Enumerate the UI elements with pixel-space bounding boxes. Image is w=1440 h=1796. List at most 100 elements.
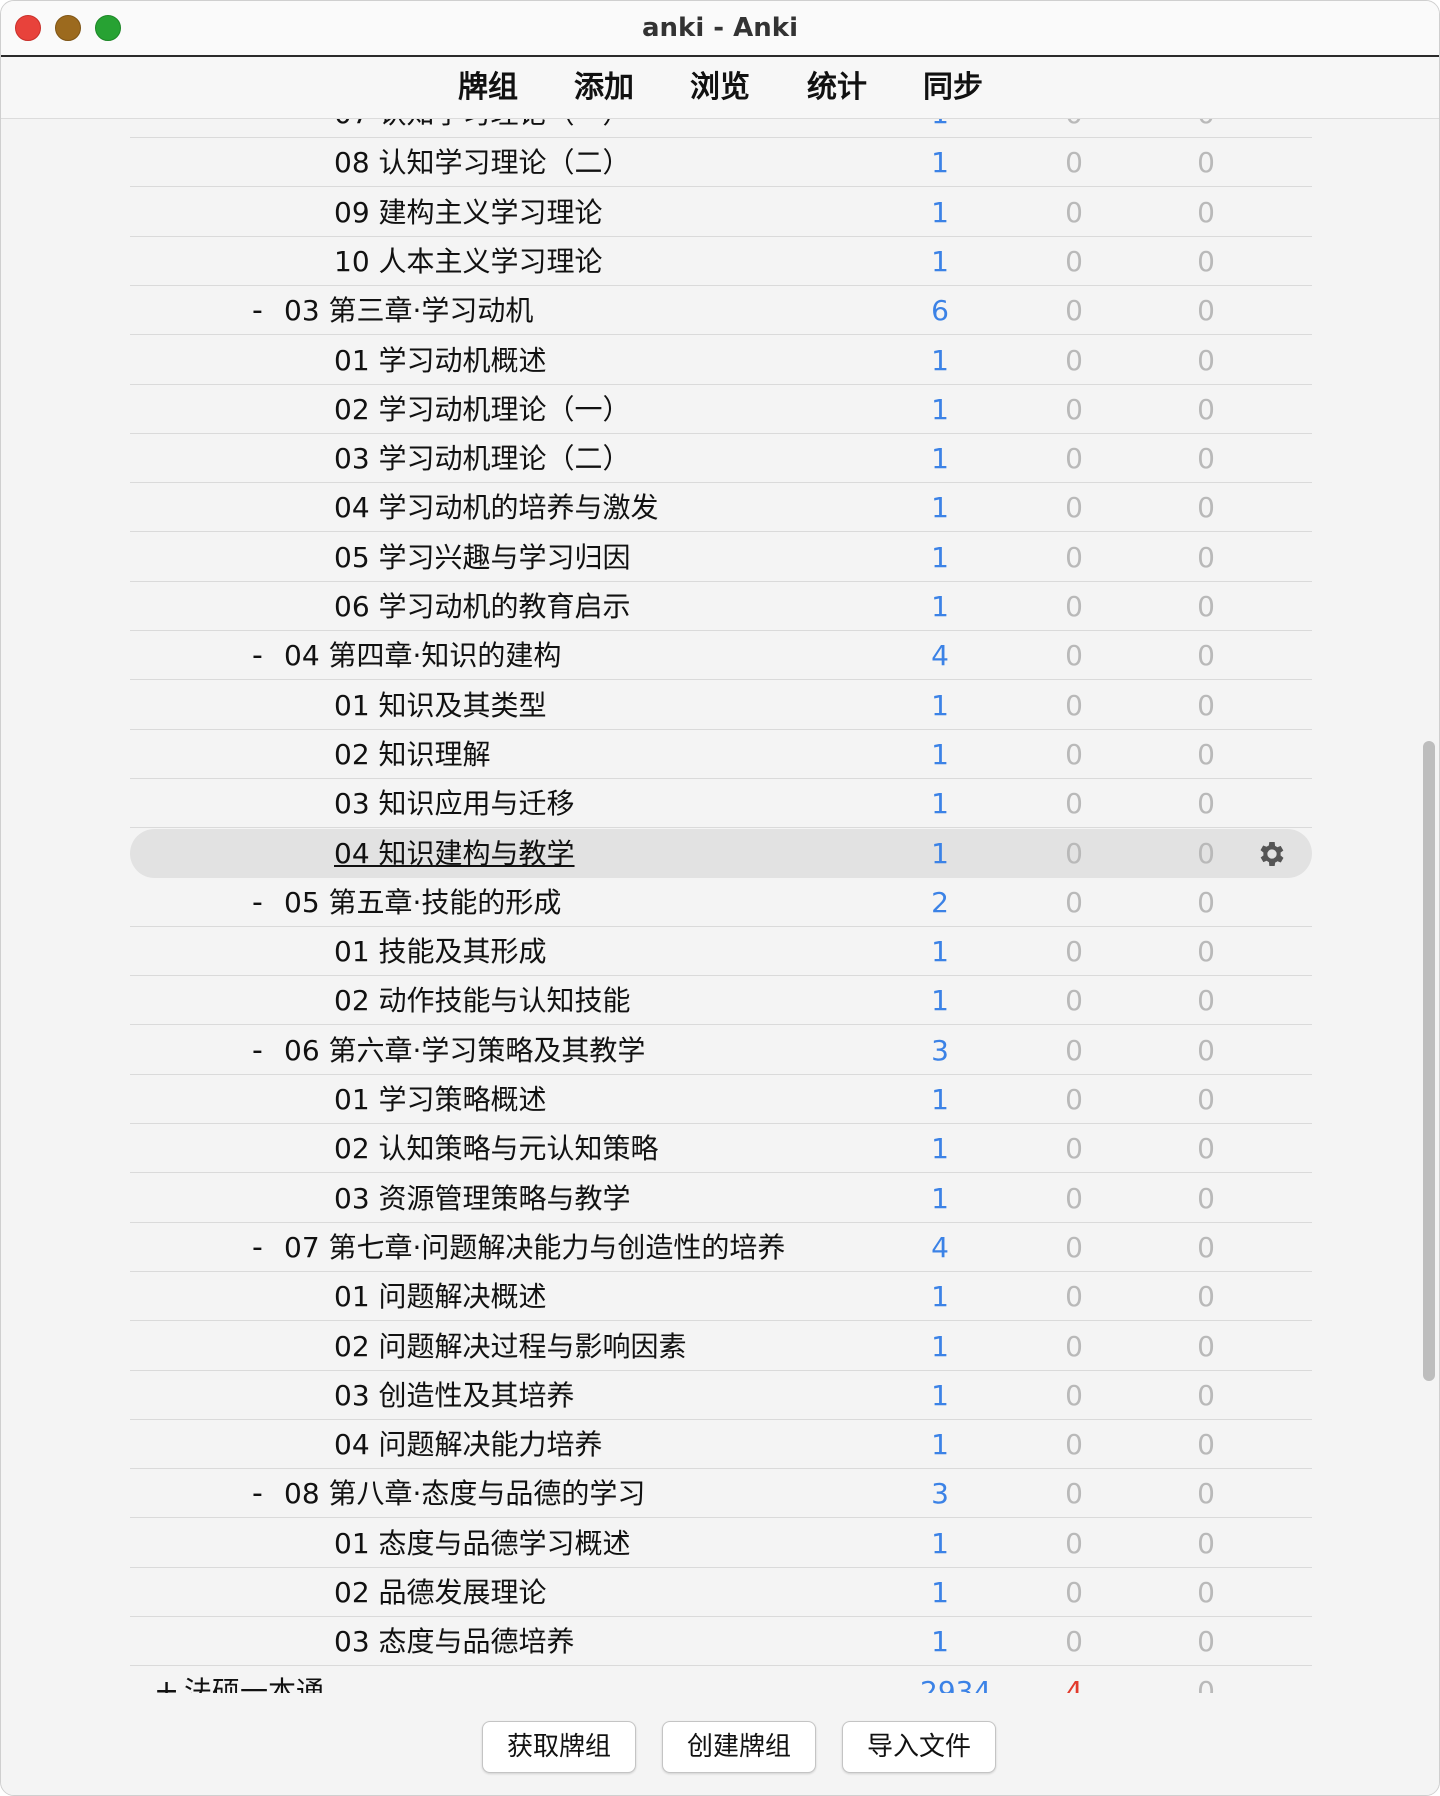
collapse-toggle[interactable]: - (252, 1026, 263, 1075)
deck-row[interactable]: 02 品德发展理论 1 0 0 (130, 1568, 1312, 1617)
collapse-toggle[interactable]: - (252, 1223, 263, 1272)
deck-row[interactable]: 03 学习动机理论（二） 1 0 0 (130, 434, 1312, 484)
due-count: 1 (931, 1280, 949, 1314)
deck-name[interactable]: 06 学习动机的教育启示 (334, 582, 631, 631)
deck-row[interactable]: 03 创造性及其培养 1 0 0 (130, 1371, 1312, 1420)
anki-window: anki - Anki 牌组 添加 浏览 统计 同步 07 认知学习理论（一） 1… (0, 0, 1440, 1796)
deck-row[interactable]: -07 第七章·问题解决能力与创造性的培养 4 0 0 (130, 1223, 1312, 1272)
toolbar-add[interactable]: 添加 (574, 57, 634, 119)
deck-name[interactable]: 02 学习动机理论（一） (334, 385, 631, 434)
toolbar-sync[interactable]: 同步 (923, 57, 983, 119)
deck-name[interactable]: 09 建构主义学习理论 (334, 188, 603, 237)
learning-count: 0 (1054, 119, 1094, 138)
deck-row[interactable]: 02 认知策略与元认知策略 1 0 0 (130, 1124, 1312, 1174)
deck-name[interactable]: 04 问题解决能力培养 (334, 1420, 603, 1469)
deck-row[interactable]: 01 学习策略概述 1 0 0 (130, 1075, 1312, 1124)
deck-row[interactable]: 01 知识及其类型 1 0 0 (130, 681, 1312, 730)
deck-row[interactable]: 09 建构主义学习理论 1 0 0 (130, 188, 1312, 237)
create-deck-button[interactable]: 创建牌组 (662, 1721, 816, 1773)
deck-row[interactable]: 03 知识应用与迁移 1 0 0 (130, 779, 1312, 829)
deck-name[interactable]: 03 学习动机理论（二） (334, 434, 631, 483)
deck-row[interactable]: 03 态度与品德培养 1 0 0 (130, 1617, 1312, 1667)
deck-name[interactable]: 08 第八章·态度与品德的学习 (284, 1469, 645, 1518)
deck-list: 07 认知学习理论（一） 1 0 0 08 认知学习理论（二） 1 0 0 09 建构主义学习理… (1, 119, 1425, 1693)
scrollbar-thumb[interactable] (1423, 741, 1435, 1381)
deck-row[interactable]: 04 问题解决能力培养 1 0 0 (130, 1420, 1312, 1470)
deck-name[interactable]: 03 知识应用与迁移 (334, 779, 575, 828)
collapse-toggle[interactable]: - (252, 631, 263, 680)
collapse-toggle[interactable]: + (154, 1667, 179, 1693)
deck-row[interactable]: 01 技能及其形成 1 0 0 (130, 927, 1312, 977)
main-toolbar: 牌组 添加 浏览 统计 同步 (1, 57, 1439, 119)
toolbar-browse[interactable]: 浏览 (690, 57, 750, 119)
toolbar-stats[interactable]: 统计 (807, 57, 867, 119)
deck-row[interactable]: 02 学习动机理论（一） 1 0 0 (130, 385, 1312, 434)
deck-name[interactable]: 01 问题解决概述 (334, 1272, 547, 1321)
deck-name[interactable]: 05 学习兴趣与学习归因 (334, 533, 631, 582)
deck-row[interactable]: 02 问题解决过程与影响因素 1 0 0 (130, 1322, 1312, 1371)
deck-name[interactable]: 03 资源管理策略与教学 (334, 1174, 631, 1223)
deck-name[interactable]: 01 技能及其形成 (334, 927, 547, 976)
new-count: 0 (1197, 146, 1215, 180)
learning-count: 0 (1065, 836, 1083, 870)
learning-count: 0 (1065, 146, 1083, 180)
toolbar-decks[interactable]: 牌组 (458, 57, 518, 119)
deck-row[interactable]: 06 学习动机的教育启示 1 0 0 (130, 582, 1312, 631)
deck-row[interactable]: + 法硕一本通 2934 4 0 (130, 1667, 1312, 1693)
deck-row[interactable]: -03 第三章·学习动机 6 0 0 (130, 286, 1312, 336)
collapse-toggle[interactable]: - (252, 1469, 263, 1518)
deck-name[interactable]: 01 知识及其类型 (334, 681, 547, 730)
deck-row[interactable]: 08 认知学习理论（二） 1 0 0 (130, 138, 1312, 188)
collapse-toggle[interactable]: - (252, 878, 263, 927)
due-count: 1 (931, 244, 949, 278)
deck-name[interactable]: 03 态度与品德培养 (334, 1617, 575, 1666)
deck-name[interactable]: 07 认知学习理论（一） (334, 119, 631, 138)
deck-name[interactable]: 01 学习策略概述 (334, 1075, 547, 1124)
deck-name[interactable]: 10 人本主义学习理论 (334, 237, 603, 286)
title-bar: anki - Anki (1, 1, 1439, 57)
deck-name[interactable]: 02 品德发展理论 (334, 1568, 547, 1617)
deck-name[interactable]: 02 动作技能与认知技能 (334, 976, 631, 1025)
deck-row[interactable]: 03 资源管理策略与教学 1 0 0 (130, 1174, 1312, 1223)
deck-row[interactable]: 01 态度与品德学习概述 1 0 0 (130, 1519, 1312, 1568)
deck-name[interactable]: 01 态度与品德学习概述 (334, 1519, 631, 1568)
bottom-bar: 获取牌组 创建牌组 导入文件 (1, 1693, 1439, 1795)
deck-name[interactable]: 04 学习动机的培养与激发 (334, 483, 659, 532)
deck-name[interactable]: 04 第四章·知识的建构 (284, 631, 561, 680)
deck-row[interactable]: 04 学习动机的培养与激发 1 0 0 (130, 483, 1312, 533)
deck-row[interactable]: -05 第五章·技能的形成 2 0 0 (130, 878, 1312, 927)
deck-name[interactable]: 02 问题解决过程与影响因素 (334, 1322, 687, 1371)
deck-row[interactable]: 01 问题解决概述 1 0 0 (130, 1272, 1312, 1322)
deck-row[interactable]: 02 动作技能与认知技能 1 0 0 (130, 976, 1312, 1026)
deck-name[interactable]: 02 知识理解 (334, 730, 491, 779)
gear-icon[interactable] (1256, 838, 1288, 870)
deck-name[interactable]: 01 学习动机概述 (334, 336, 547, 385)
due-count: 1 (931, 442, 949, 476)
deck-name[interactable]: 03 创造性及其培养 (334, 1371, 575, 1420)
deck-name[interactable]: 06 第六章·学习策略及其教学 (284, 1026, 645, 1075)
deck-row[interactable]: 05 学习兴趣与学习归因 1 0 0 (130, 533, 1312, 582)
get-shared-decks-button[interactable]: 获取牌组 (482, 1721, 636, 1773)
deck-name[interactable]: 法硕一本通 (184, 1667, 324, 1693)
deck-row[interactable]: 02 知识理解 1 0 0 (130, 730, 1312, 779)
deck-row[interactable]: 07 认知学习理论（一） 1 0 0 (130, 119, 1312, 138)
import-file-button[interactable]: 导入文件 (842, 1721, 996, 1773)
deck-row[interactable]: -08 第八章·态度与品德的学习 3 0 0 (130, 1469, 1312, 1519)
deck-row[interactable]: 10 人本主义学习理论 1 0 0 (130, 237, 1312, 286)
deck-row[interactable]: 01 学习动机概述 1 0 0 (130, 336, 1312, 385)
deck-name[interactable]: 07 第七章·问题解决能力与创造性的培养 (284, 1223, 785, 1272)
deck-name[interactable]: 04 知识建构与教学 (334, 829, 575, 878)
deck-name[interactable]: 03 第三章·学习动机 (284, 286, 533, 335)
new-count: 0 (1197, 688, 1215, 722)
learning-count: 4 (1065, 1674, 1083, 1693)
collapse-toggle[interactable]: - (252, 286, 263, 335)
deck-name[interactable]: 02 认知策略与元认知策略 (334, 1124, 659, 1173)
new-count: 0 (1197, 343, 1215, 377)
deck-name[interactable]: 05 第五章·技能的形成 (284, 878, 561, 927)
deck-row[interactable]: -06 第六章·学习策略及其教学 3 0 0 (130, 1026, 1312, 1075)
learning-count: 0 (1065, 294, 1083, 328)
deck-name[interactable]: 08 认知学习理论（二） (334, 138, 631, 187)
due-count: 1 (931, 1428, 949, 1462)
deck-row-current[interactable]: 04 知识建构与教学 1 0 0 (130, 828, 1312, 878)
deck-row[interactable]: -04 第四章·知识的建构 4 0 0 (130, 631, 1312, 681)
